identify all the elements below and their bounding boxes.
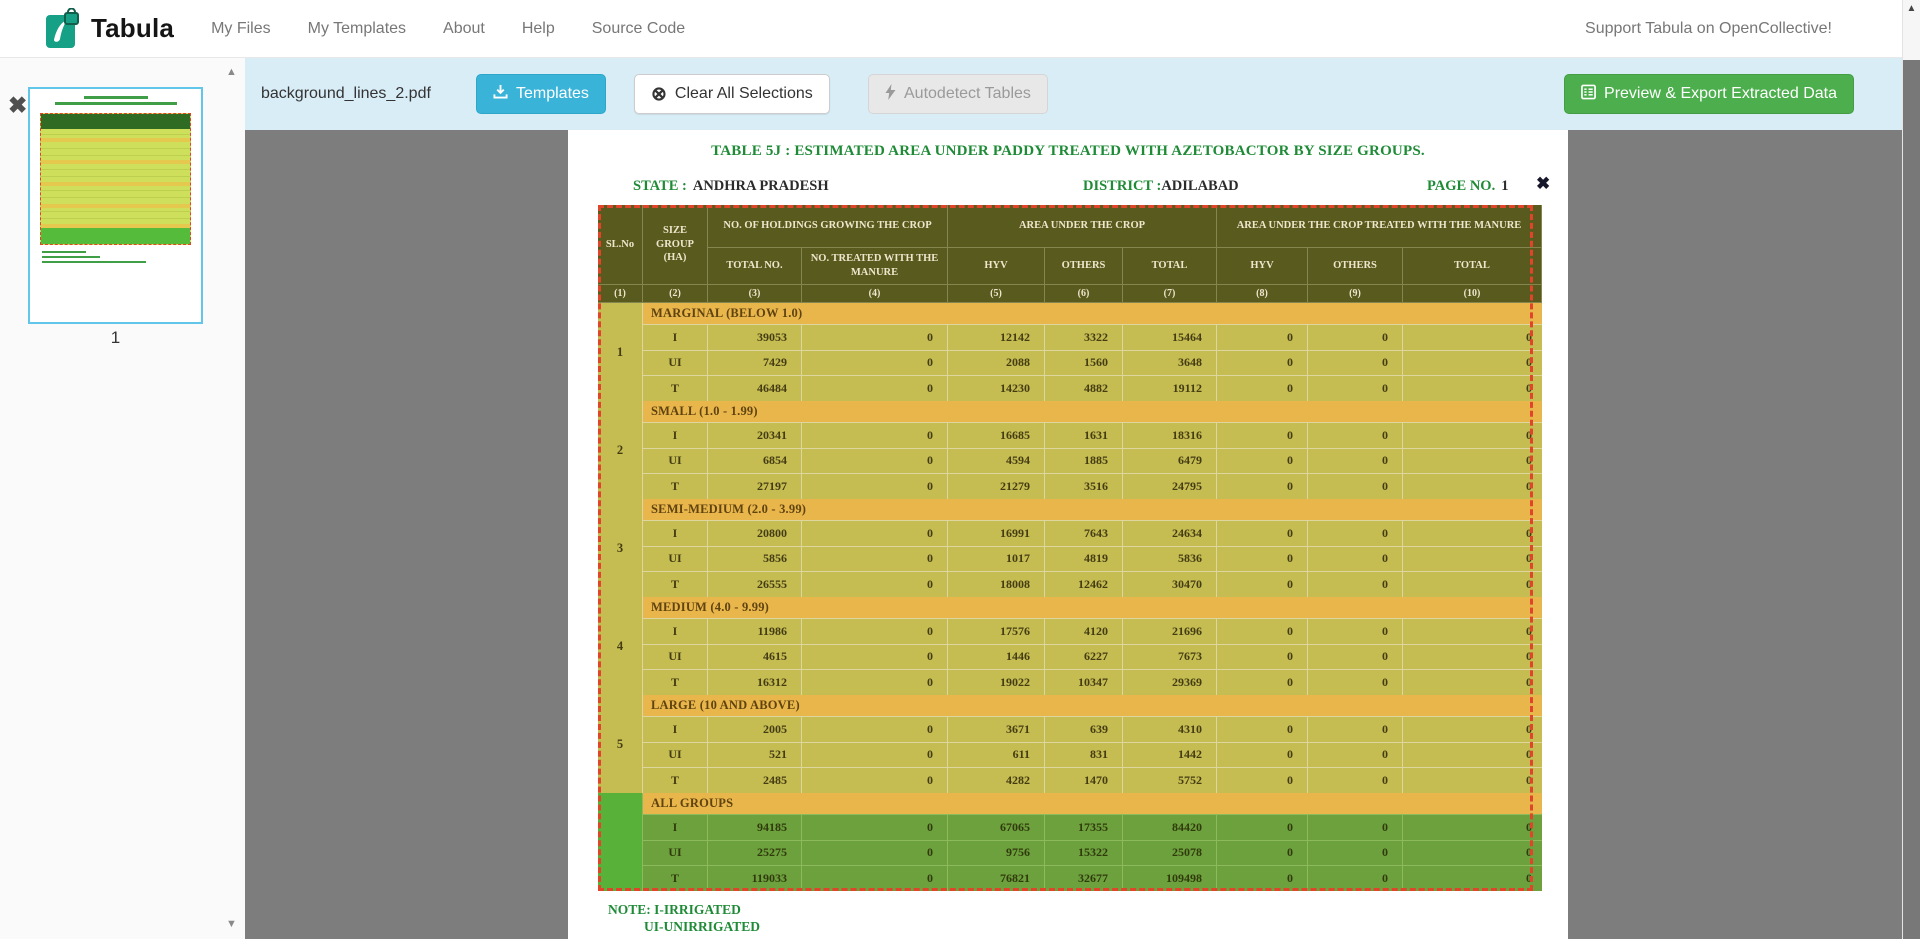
nav-item-my-templates[interactable]: My Templates [308,20,406,38]
nav-item-help[interactable]: Help [522,20,555,38]
pdf-viewer-area: TABLE 5J : ESTIMATED AREA UNDER PADDY TR… [245,130,1902,939]
autodetect-tables-button[interactable]: Autodetect Tables [868,74,1048,114]
spreadsheet-icon [1581,84,1596,105]
remove-file-icon[interactable]: ✖ [8,94,27,117]
thumbnail-page-number: 1 [28,328,203,348]
main-scroll-up-icon[interactable]: ▲ [1903,3,1920,14]
top-navbar: Tabula My Files My Templates About Help … [0,0,1902,58]
selection-close-icon[interactable]: ✖ [1536,175,1550,192]
page-thumbnail[interactable] [28,87,203,324]
document-title: TABLE 5J : ESTIMATED AREA UNDER PADDY TR… [568,143,1568,160]
pdf-page: TABLE 5J : ESTIMATED AREA UNDER PADDY TR… [568,130,1568,939]
thumbnail-table-preview [40,113,191,245]
district-line: DISTRICT :ADILABAD [1083,178,1239,196]
support-link[interactable]: Support Tabula on OpenCollective! [1585,20,1832,38]
page-no-line: PAGE NO.1 [1427,178,1508,196]
thumbnail-table-header [41,114,190,129]
main-scrollbar-thumb[interactable] [1903,60,1920,939]
toolbar: background_lines_2.pdf Templates ⊗ Clear… [245,58,1902,130]
lightning-icon [885,84,896,105]
preview-export-button[interactable]: Preview & Export Extracted Data [1564,74,1854,114]
state-line: STATE :ANDHRA PRADESH [633,178,829,196]
page-thumbnail-sidebar: ✖ 1 ▲ ▼ [0,58,245,939]
thumbnail-title-line [55,102,177,105]
note-line-1: NOTE: I-IRRIGATED [608,902,741,918]
templates-icon [493,84,508,104]
sidebar-scroll-down-icon[interactable]: ▼ [226,918,237,930]
selection-rectangle[interactable] [598,205,1533,891]
nav-item-source-code[interactable]: Source Code [592,20,685,38]
brand-title[interactable]: Tabula [91,13,174,44]
main-scrollbar: ▲ [1902,0,1920,939]
nav-item-my-files[interactable]: My Files [211,20,271,38]
thumbnail-title-line [84,96,148,99]
nav-item-about[interactable]: About [443,20,485,38]
file-name: background_lines_2.pdf [261,58,431,130]
clear-circle-icon: ⊗ [651,85,667,104]
clear-all-selections-button[interactable]: ⊗ Clear All Selections [634,74,830,114]
thumbnail-total-rows [41,228,190,244]
tabula-logo-icon[interactable] [45,8,81,50]
templates-button[interactable]: Templates [476,74,606,114]
sidebar-scroll-up-icon[interactable]: ▲ [226,66,237,78]
note-line-2: UI-UNIRRIGATED [644,919,760,935]
